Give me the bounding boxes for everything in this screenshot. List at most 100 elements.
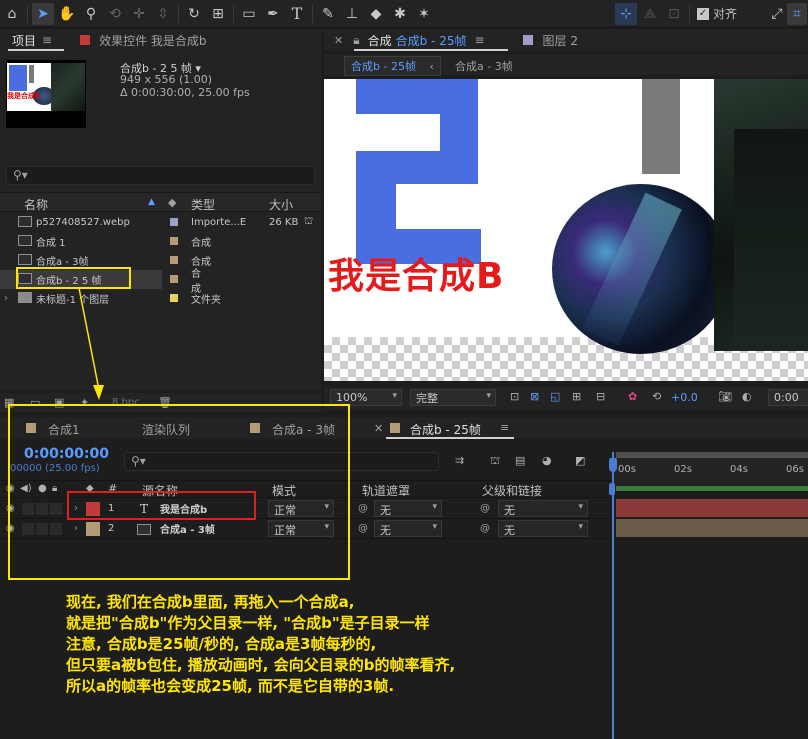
parent-pickwhip-icon[interactable]: @	[480, 503, 490, 514]
expand-arrow-icon[interactable]: ›	[74, 523, 78, 534]
axis-view-icon[interactable]: ⊡	[663, 3, 685, 25]
frame-blending-icon[interactable]: ▤	[515, 454, 525, 467]
project-item-row[interactable]: 合成a - 3帧 合成	[0, 251, 321, 270]
transparency-grid-icon[interactable]: ⊠	[530, 390, 539, 403]
parent-pickwhip-icon[interactable]: @	[480, 523, 490, 534]
composition-flowchart-icon[interactable]: ⇉	[455, 454, 464, 467]
project-item-label-swatch[interactable]	[170, 256, 178, 264]
audio-toggle[interactable]	[22, 503, 34, 515]
project-item-row[interactable]: 合成 1 合成	[0, 232, 321, 251]
solo-icon[interactable]: ●	[38, 483, 47, 494]
time-indicator-handle[interactable]	[609, 458, 617, 472]
column-type[interactable]: 类型	[191, 196, 215, 213]
timeline-left-edge-handle[interactable]	[609, 483, 615, 495]
label-tag-icon[interactable]: ◆	[168, 196, 176, 209]
tab-composition-label[interactable]: 合成	[368, 32, 392, 49]
tab-comp-a[interactable]: 合成a - 3帧	[272, 421, 335, 438]
track-matte-pickwhip-icon[interactable]: @	[358, 503, 368, 514]
expand-arrow-icon[interactable]: ›	[4, 293, 8, 304]
eraser-icon[interactable]: ◆	[365, 3, 387, 25]
solo-toggle[interactable]	[36, 503, 48, 515]
interpret-footage-icon[interactable]: ▦	[4, 396, 14, 409]
tab-render-queue[interactable]: 渲染队列	[142, 421, 190, 438]
anchor-icon[interactable]: ⊞	[207, 3, 229, 25]
breadcrumb-next[interactable]: 合成a - 3帧	[455, 58, 513, 74]
composition-text-layer[interactable]: 我是合成B	[328, 247, 504, 299]
puppet-icon[interactable]: ✶	[413, 3, 435, 25]
project-search-input[interactable]: ⚲▾	[6, 166, 315, 185]
zoom-icon[interactable]: ⚲	[80, 3, 102, 25]
show-snapshot-icon[interactable]: ◐	[742, 390, 752, 403]
resolution-dropdown[interactable]: 完整 ▾	[410, 389, 496, 406]
track-matte-dropdown[interactable]: 无 ▾	[374, 500, 442, 517]
stamp-icon[interactable]: ⊥	[341, 3, 363, 25]
exposure-value[interactable]: +0.0	[671, 391, 698, 404]
rotate-icon[interactable]: ↻	[183, 3, 205, 25]
project-item-label-swatch[interactable]	[170, 275, 178, 283]
timeline-layer-row[interactable]: ◉ › 1 T 我是合成b 正常 ▾ @ 无 ▾ @ 无 ▾	[0, 499, 612, 519]
layer-duration-bar-1[interactable]	[616, 499, 808, 517]
pan-behind-icon[interactable]: ✛	[128, 3, 150, 25]
label-tag-icon[interactable]: ◆	[86, 483, 94, 494]
parent-dropdown[interactable]: 无 ▾	[498, 500, 588, 517]
pen-icon[interactable]: ✒	[262, 3, 284, 25]
menu-icon[interactable]: ≡	[474, 33, 484, 47]
layer-name[interactable]: 我是合成b	[160, 501, 207, 516]
column-track-matte[interactable]: 轨道遮罩	[362, 482, 410, 499]
column-mode[interactable]: 模式	[272, 482, 296, 499]
expand-arrow-icon[interactable]: ›	[74, 503, 78, 514]
snap-target-icon[interactable]: ⌗	[787, 2, 807, 25]
close-icon[interactable]: ✕	[334, 34, 343, 47]
audio-icon[interactable]: ◀)	[20, 483, 32, 494]
solo-toggle[interactable]	[36, 523, 48, 535]
lock-icon[interactable]: 🔒︎	[353, 33, 359, 48]
layer-mode-dropdown[interactable]: 正常 ▾	[268, 520, 334, 537]
orbit-icon[interactable]: ⟲	[104, 3, 126, 25]
menu-icon[interactable]: ≡	[500, 421, 509, 434]
brush-icon[interactable]: ✎	[317, 3, 339, 25]
tab-comp-b[interactable]: 合成b - 25帧	[410, 421, 481, 438]
lock-toggle[interactable]	[50, 523, 62, 535]
zoom-dropdown[interactable]: 100% ▾	[330, 389, 402, 406]
project-item-label-swatch[interactable]	[170, 218, 178, 226]
new-comp-icon[interactable]: ▣	[54, 396, 64, 409]
motion-blur-icon[interactable]: ◕	[542, 454, 552, 467]
track-matte-pickwhip-icon[interactable]: @	[358, 523, 368, 534]
grid-guides-icon[interactable]: ⊞	[572, 390, 581, 403]
column-name[interactable]: 名称	[24, 196, 48, 213]
hand-icon[interactable]: ✋	[56, 3, 78, 25]
rectangle-icon[interactable]: ▭	[238, 3, 260, 25]
color-channels-icon[interactable]: ✿	[628, 390, 637, 403]
layer-label-swatch[interactable]	[86, 522, 100, 536]
type-icon[interactable]: T	[286, 3, 308, 25]
parent-dropdown[interactable]: 无 ▾	[498, 520, 588, 537]
tab-effect-controls[interactable]: 效果控件 我是合成b	[99, 32, 206, 49]
bit-depth-button[interactable]: 8 bpc	[112, 397, 140, 408]
tab-project[interactable]: 项目	[12, 32, 36, 49]
roto-brush-icon[interactable]: ✱	[389, 3, 411, 25]
eye-icon[interactable]: ◉	[6, 523, 15, 534]
dolly-icon[interactable]: ⇳	[152, 3, 174, 25]
composition-canvas[interactable]: 我是合成B	[324, 79, 808, 381]
snap-expand-icon[interactable]: ⤢	[769, 3, 785, 25]
reset-exposure-icon[interactable]: ⟲	[652, 390, 661, 403]
tab-layer[interactable]: 图层 2	[543, 32, 578, 49]
snap-checkbox[interactable]: ✓ 对齐	[696, 5, 737, 22]
tab-comp1[interactable]: 合成1	[48, 421, 80, 438]
tab-composition-name[interactable]: 合成b - 25帧	[396, 32, 467, 49]
time-ruler[interactable]: 00s 02s 04s 06s	[612, 452, 808, 486]
breadcrumb-active[interactable]: 合成b - 25帧 ‹	[344, 56, 441, 76]
camera-snapshot-icon[interactable]: 📷︎	[718, 390, 732, 403]
project-item-row[interactable]: p527408527.webp Importe...E 26 KB	[0, 213, 321, 232]
layer-label-swatch[interactable]	[86, 502, 100, 516]
menu-icon[interactable]: ≡	[42, 33, 52, 47]
lock-icon[interactable]: 🔒︎	[52, 483, 57, 494]
project-item-row[interactable]: › 未标题-1 个图层 文件夹	[0, 289, 321, 308]
close-icon[interactable]: ✕	[374, 422, 383, 435]
column-source-name[interactable]: 源名称	[142, 482, 178, 499]
track-matte-dropdown[interactable]: 无 ▾	[374, 520, 442, 537]
eye-icon[interactable]: ◉	[6, 503, 15, 514]
new-folder-icon[interactable]: ▭	[30, 396, 40, 409]
mask-visibility-icon[interactable]: ◱	[550, 390, 560, 403]
lock-toggle[interactable]	[50, 503, 62, 515]
